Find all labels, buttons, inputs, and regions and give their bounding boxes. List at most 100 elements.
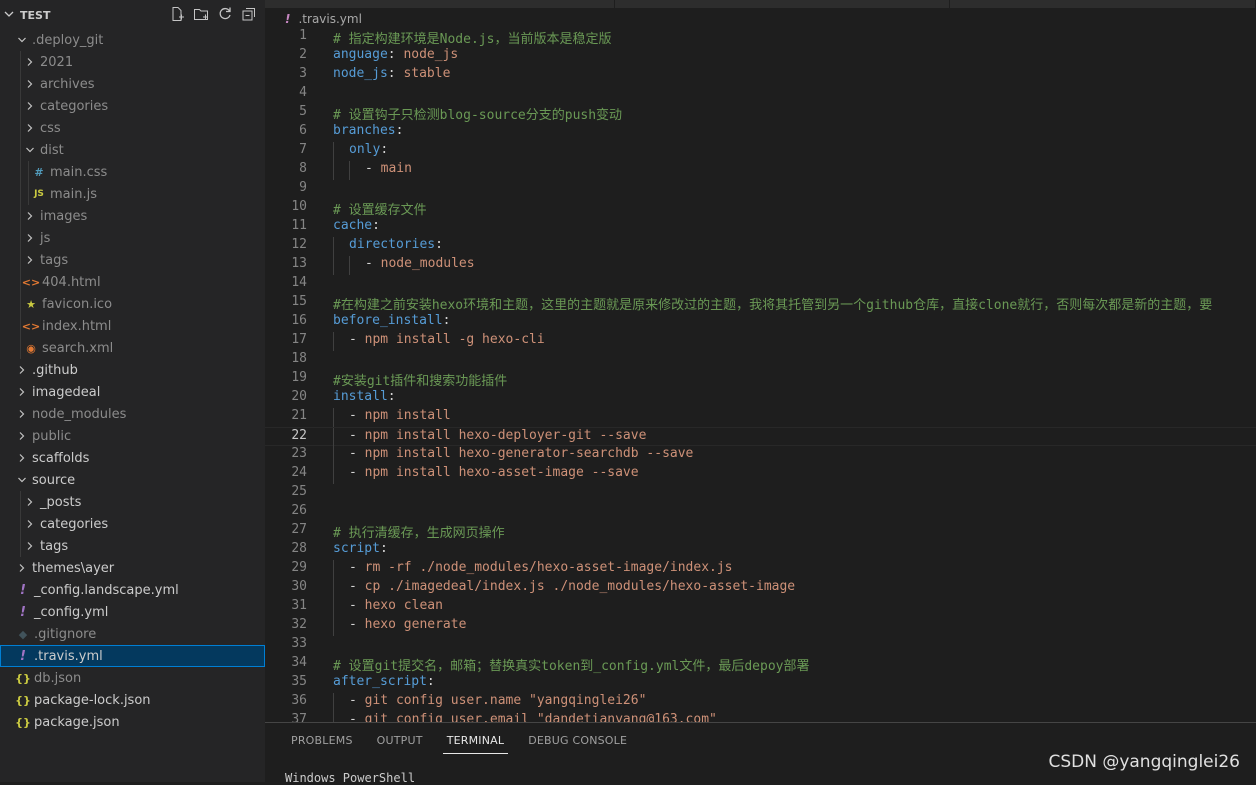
- tree-item[interactable]: tags: [0, 535, 265, 557]
- editor-tab[interactable]: [265, 0, 615, 8]
- code-line[interactable]: 34 # 设置git提交名，邮箱；替换真实token到_config.yml文件，…: [265, 655, 1256, 674]
- new-folder-icon[interactable]: [193, 6, 209, 22]
- code-line[interactable]: 19 #安装git插件和搜索功能插件: [265, 370, 1256, 389]
- code-line[interactable]: 3 node_js: stable: [265, 66, 1256, 85]
- code-line[interactable]: 23 - npm install hexo-generator-searchdb …: [265, 446, 1256, 465]
- tree-item[interactable]: themes\ayer: [0, 557, 265, 579]
- tree-item[interactable]: images: [0, 205, 265, 227]
- tree-item[interactable]: ! _config.landscape.yml: [0, 579, 265, 601]
- code-line[interactable]: 16 before_install:: [265, 313, 1256, 332]
- explorer-header[interactable]: TEST: [0, 0, 265, 30]
- tree-item[interactable]: scaffolds: [0, 447, 265, 469]
- code-line[interactable]: 8 - main: [265, 161, 1256, 180]
- editor-tab[interactable]: [614, 0, 951, 8]
- breadcrumb-file[interactable]: .travis.yml: [298, 12, 361, 26]
- chevron-right-icon[interactable]: [16, 431, 28, 441]
- chevron-right-icon[interactable]: [16, 387, 28, 397]
- tree-item[interactable]: tags: [0, 249, 265, 271]
- code-line[interactable]: 13 - node_modules: [265, 256, 1256, 275]
- tree-item[interactable]: js: [0, 227, 265, 249]
- code-line[interactable]: 9: [265, 180, 1256, 199]
- panel-tab-output[interactable]: OUTPUT: [365, 723, 435, 758]
- code-line[interactable]: 32 - hexo generate: [265, 617, 1256, 636]
- breadcrumb[interactable]: ! .travis.yml: [265, 8, 362, 30]
- tree-item[interactable]: {} package-lock.json: [0, 689, 265, 711]
- code-line[interactable]: 27 # 执行清缓存，生成网页操作: [265, 522, 1256, 541]
- code-line[interactable]: 12 directories:: [265, 237, 1256, 256]
- chevron-down-icon[interactable]: [24, 145, 36, 155]
- code-line[interactable]: 10 # 设置缓存文件: [265, 199, 1256, 218]
- code-line[interactable]: 37 - git config user.email "dandetianyang…: [265, 712, 1256, 722]
- chevron-right-icon[interactable]: [24, 519, 36, 529]
- code-line[interactable]: 30 - cp ./imagedeal/index.js ./node_modul…: [265, 579, 1256, 598]
- code-line[interactable]: 31 - hexo clean: [265, 598, 1256, 617]
- chevron-right-icon[interactable]: [16, 563, 28, 573]
- code-line[interactable]: 33: [265, 636, 1256, 655]
- chevron-right-icon[interactable]: [24, 101, 36, 111]
- new-file-icon[interactable]: [169, 6, 185, 22]
- code-line[interactable]: 24 - npm install hexo-asset-image --save: [265, 465, 1256, 484]
- panel-tab-debug-console[interactable]: DEBUG CONSOLE: [516, 723, 639, 758]
- tree-item[interactable]: ★ favicon.ico: [0, 293, 265, 315]
- tree-item[interactable]: node_modules: [0, 403, 265, 425]
- tree-item[interactable]: .github: [0, 359, 265, 381]
- tree-item[interactable]: archives: [0, 73, 265, 95]
- tree-item[interactable]: .deploy_git: [0, 29, 265, 51]
- chevron-right-icon[interactable]: [24, 123, 36, 133]
- chevron-right-icon[interactable]: [16, 409, 28, 419]
- panel-tab-problems[interactable]: PROBLEMS: [279, 723, 365, 758]
- code-line[interactable]: 20 install:: [265, 389, 1256, 408]
- code-line[interactable]: 21 - npm install: [265, 408, 1256, 427]
- code-line[interactable]: 14: [265, 275, 1256, 294]
- tree-item[interactable]: public: [0, 425, 265, 447]
- chevron-right-icon[interactable]: [24, 497, 36, 507]
- tree-item[interactable]: {} package.json: [0, 711, 265, 733]
- tree-item[interactable]: categories: [0, 95, 265, 117]
- chevron-right-icon[interactable]: [24, 233, 36, 243]
- chevron-right-icon[interactable]: [24, 79, 36, 89]
- tree-item[interactable]: ◆ .gitignore: [0, 623, 265, 645]
- collapse-all-icon[interactable]: [241, 6, 257, 22]
- code-line[interactable]: 2 anguage: node_js: [265, 47, 1256, 66]
- tree-item[interactable]: imagedeal: [0, 381, 265, 403]
- code-line[interactable]: 1 # 指定构建环境是Node.js，当前版本是稳定版: [265, 28, 1256, 47]
- tree-item[interactable]: dist: [0, 139, 265, 161]
- tree-item[interactable]: _posts: [0, 491, 265, 513]
- code-line[interactable]: 26: [265, 503, 1256, 522]
- chevron-right-icon[interactable]: [16, 365, 28, 375]
- tree-item[interactable]: source: [0, 469, 265, 491]
- code-line[interactable]: 28 script:: [265, 541, 1256, 560]
- tree-item[interactable]: css: [0, 117, 265, 139]
- refresh-icon[interactable]: [217, 6, 233, 22]
- code-line[interactable]: 36 - git config user.name "yangqinglei26": [265, 693, 1256, 712]
- code-line[interactable]: 29 - rm -rf ./node_modules/hexo-asset-ima…: [265, 560, 1256, 579]
- code-line[interactable]: 11 cache:: [265, 218, 1256, 237]
- code-line[interactable]: 7 only:: [265, 142, 1256, 161]
- code-line[interactable]: 4: [265, 85, 1256, 104]
- code-line[interactable]: 22 - npm install hexo-deployer-git --save: [265, 427, 1256, 447]
- chevron-down-icon[interactable]: [4, 9, 16, 22]
- code-editor[interactable]: 1 # 指定构建环境是Node.js，当前版本是稳定版 2 anguage: node…: [265, 28, 1256, 722]
- tree-item[interactable]: categories: [0, 513, 265, 535]
- chevron-right-icon[interactable]: [24, 57, 36, 67]
- tree-item[interactable]: <> 404.html: [0, 271, 265, 293]
- chevron-right-icon[interactable]: [24, 211, 36, 221]
- tree-item[interactable]: 2021: [0, 51, 265, 73]
- terminal-output[interactable]: Windows PowerShell: [285, 771, 415, 785]
- chevron-right-icon[interactable]: [24, 255, 36, 265]
- chevron-right-icon[interactable]: [24, 541, 36, 551]
- code-line[interactable]: 15 #在构建之前安装hexo环境和主题，这里的主题就是原来修改过的主题，我将其托…: [265, 294, 1256, 313]
- tree-item[interactable]: <> index.html: [0, 315, 265, 337]
- code-line[interactable]: 18: [265, 351, 1256, 370]
- tree-item[interactable]: ! _config.yml: [0, 601, 265, 623]
- tree-item[interactable]: # main.css: [0, 161, 265, 183]
- code-line[interactable]: 17 - npm install -g hexo-cli: [265, 332, 1256, 351]
- chevron-down-icon[interactable]: [16, 475, 28, 485]
- tree-item[interactable]: ! .travis.yml: [0, 645, 265, 667]
- code-line[interactable]: 25: [265, 484, 1256, 503]
- tree-item[interactable]: JS main.js: [0, 183, 265, 205]
- editor-tab[interactable]: [950, 0, 1256, 8]
- code-line[interactable]: 5 # 设置钩子只检测blog-source分支的push变动: [265, 104, 1256, 123]
- code-line[interactable]: 6 branches:: [265, 123, 1256, 142]
- chevron-right-icon[interactable]: [16, 453, 28, 463]
